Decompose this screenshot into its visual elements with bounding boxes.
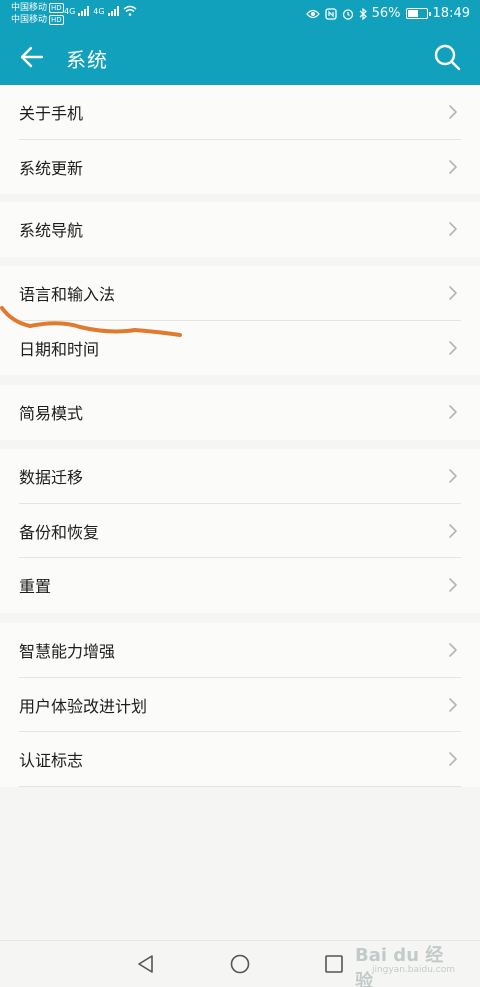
settings-row[interactable]: 简易模式 (0, 385, 480, 440)
settings-group: 数据迁移备份和恢复重置 (0, 449, 480, 613)
status-bar: 中国移动 HD 中国移动 HD 4G 4G 56% 18:49 (0, 0, 480, 30)
chevron-right-icon (449, 523, 457, 538)
settings-row-label: 备份和恢复 (19, 522, 100, 542)
network-type-2: 4G (93, 7, 105, 16)
settings-row[interactable]: 系统更新 (0, 140, 480, 195)
chevron-right-icon (449, 469, 457, 483)
network-indicators: 4G 4G (64, 5, 137, 16)
chevron-right-icon (449, 697, 457, 712)
alarm-icon (342, 8, 353, 20)
hd-badge: HD (49, 3, 64, 13)
settings-row-label: 系统更新 (19, 158, 84, 178)
wifi-icon (123, 5, 137, 16)
settings-group: 关于手机 系统更新 (0, 85, 480, 194)
nav-recents-icon[interactable] (322, 952, 346, 976)
chevron-right-icon (449, 286, 457, 300)
settings-row[interactable]: 日期和时间 (0, 321, 480, 376)
page-title: 系统 (66, 48, 108, 72)
chevron-right-icon (449, 578, 457, 592)
eye-icon (305, 9, 320, 18)
settings-row[interactable]: 数据迁移 (0, 449, 480, 504)
carrier-info: 中国移动 HD 中国移动 HD (11, 2, 64, 26)
nav-home-icon[interactable] (228, 952, 252, 976)
app-bar: 系统 (0, 30, 480, 85)
settings-row-label: 数据迁移 (19, 468, 84, 488)
hd-badge-2: HD (49, 15, 64, 25)
settings-row-label: 智慧能力增强 (19, 642, 116, 662)
signal-icon-2 (107, 6, 119, 16)
chevron-right-icon (449, 159, 457, 174)
settings-row-label: 用户体验改进计划 (19, 696, 148, 716)
settings-row[interactable]: 智慧能力增强 (0, 623, 480, 678)
chevron-right-icon (449, 752, 457, 766)
settings-row-label: 重置 (19, 577, 52, 597)
settings-row[interactable]: 认证标志 (0, 732, 480, 787)
settings-group: 系统导航 (0, 202, 480, 257)
back-arrow-icon[interactable] (18, 43, 46, 71)
status-right: 56% 18:49 (305, 6, 470, 21)
settings-group: 语言和输入法 日期和时间 (0, 266, 480, 375)
watermark-url: jingyan.baidu.com (371, 965, 455, 975)
bluetooth-icon (359, 7, 367, 20)
watermark: Bai du 经验 jingyan.baidu.com (355, 935, 455, 987)
settings-row-label: 日期和时间 (19, 339, 100, 359)
settings-group: 智慧能力增强用户体验改进计划 认证标志 (0, 623, 480, 787)
chevron-right-icon (449, 340, 457, 355)
nav-back-icon[interactable] (134, 952, 158, 976)
nfc-icon (324, 7, 337, 20)
settings-row-label: 简易模式 (19, 404, 84, 424)
clock: 18:49 (432, 6, 470, 21)
network-type: 4G (64, 7, 76, 16)
settings-row[interactable]: 关于手机 (0, 85, 480, 140)
settings-row[interactable]: 用户体验改进计划 (0, 678, 480, 732)
watermark-text: Bai du 经验 (355, 945, 444, 987)
settings-row-label: 语言和输入法 (19, 285, 116, 305)
battery-icon (405, 8, 431, 19)
search-icon[interactable] (432, 42, 462, 72)
settings-group: 简易模式 (0, 385, 480, 440)
settings-row[interactable]: 重置 (0, 558, 480, 613)
settings-row[interactable]: 系统导航 (0, 202, 480, 257)
settings-row[interactable]: 备份和恢复 (0, 504, 480, 558)
battery-percent: 56% (371, 6, 401, 21)
chevron-right-icon (449, 405, 457, 419)
carrier-1: 中国移动 (11, 3, 48, 13)
settings-row[interactable]: 语言和输入法 (0, 266, 480, 321)
settings-row-label: 系统导航 (19, 221, 84, 241)
carrier-2: 中国移动 (11, 15, 48, 25)
settings-row-label: 认证标志 (19, 751, 84, 771)
row-divider (19, 785, 461, 787)
chevron-right-icon (449, 105, 457, 119)
settings-row-label: 关于手机 (19, 104, 84, 124)
signal-icon (78, 6, 90, 16)
chevron-right-icon (449, 222, 457, 236)
chevron-right-icon (449, 643, 457, 657)
